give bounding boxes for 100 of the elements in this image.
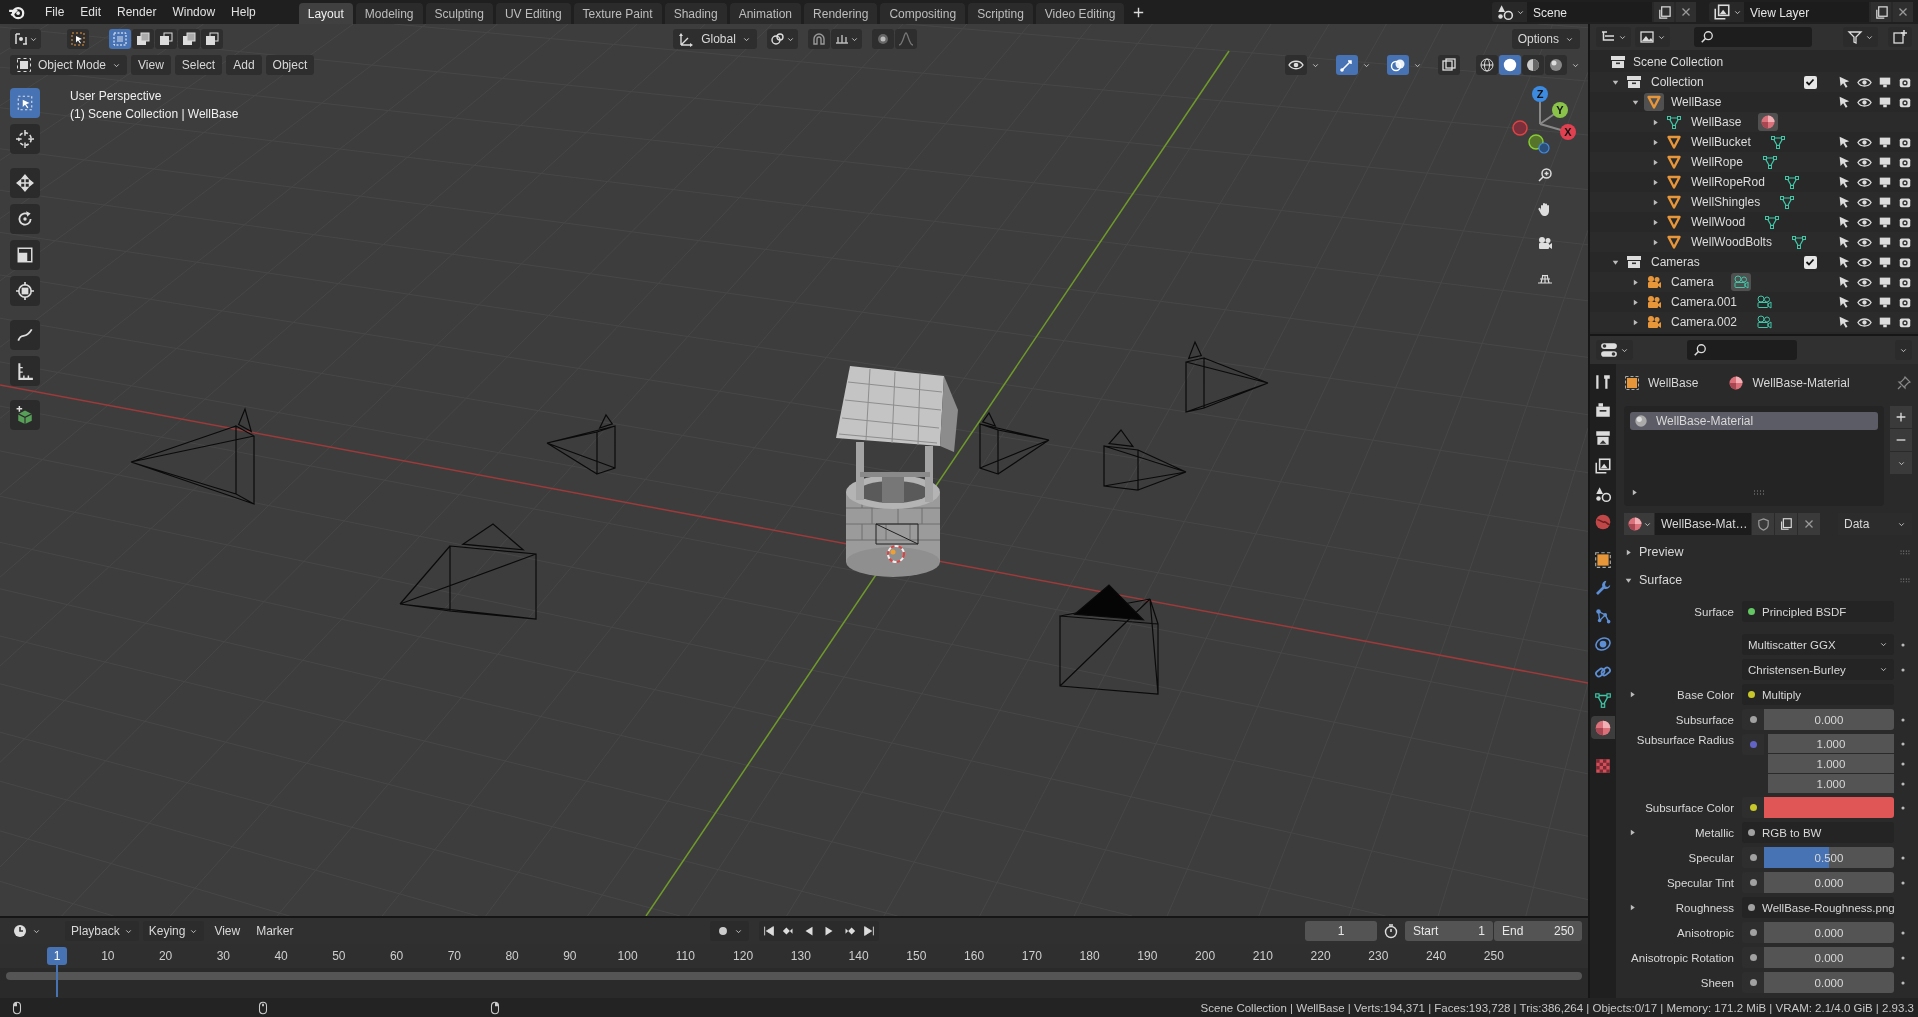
- number-field[interactable]: 1.000: [1768, 754, 1894, 773]
- end-frame-field[interactable]: End 250: [1494, 921, 1582, 941]
- property-label: Roughness: [1675, 901, 1734, 914]
- outliner-item[interactable]: Camera.001: [1667, 295, 1742, 309]
- frame-number: 110: [674, 949, 696, 963]
- frame-number: 10: [100, 949, 116, 963]
- workspace-tab[interactable]: Video Editing: [1035, 3, 1125, 24]
- property-label: Metallic: [1695, 826, 1734, 839]
- workspace-tab[interactable]: Animation: [729, 3, 802, 24]
- scene-field[interactable]: Scene: [1527, 2, 1652, 22]
- outliner-item[interactable]: Cameras: [1647, 255, 1704, 269]
- menu-item[interactable]: Render: [110, 2, 164, 22]
- frame-number: 160: [963, 949, 986, 963]
- mode-dropdown[interactable]: Object Mode: [10, 55, 128, 75]
- slider[interactable]: 0.000: [1764, 872, 1894, 893]
- panel-header[interactable]: Preview: [1639, 545, 1684, 559]
- current-frame-field[interactable]: 1: [1305, 921, 1377, 941]
- breadcrumb-item[interactable]: WellBase-Material: [1752, 376, 1850, 390]
- options-dropdown[interactable]: Options: [1511, 29, 1580, 49]
- outliner-item[interactable]: WellWood: [1687, 215, 1750, 229]
- outliner-item[interactable]: WellBucket: [1687, 135, 1755, 149]
- node-link-field[interactable]: RGB to BW: [1742, 822, 1894, 843]
- slider[interactable]: 0.000: [1764, 947, 1894, 968]
- frame-number: 60: [388, 949, 405, 963]
- outliner-item[interactable]: Scene Collection: [1629, 55, 1728, 69]
- breadcrumb-item[interactable]: WellBase: [1648, 376, 1699, 390]
- material-name-field[interactable]: WellBase-Mat…: [1655, 513, 1751, 535]
- workspace-tab[interactable]: Layout: [298, 3, 353, 24]
- workspace-tab[interactable]: Scripting: [968, 3, 1033, 24]
- outliner-item[interactable]: WellBase: [1667, 95, 1726, 109]
- property-label: Specular Tint: [1666, 876, 1734, 889]
- node-link-field[interactable]: Principled BSDF: [1742, 601, 1894, 622]
- property-label: Anisotropic Rotation: [1631, 951, 1734, 964]
- viewport-info-text: User Perspective: [70, 88, 162, 105]
- orientation-dropdown[interactable]: Global: [673, 29, 757, 49]
- property-label: Anisotropic: [1677, 926, 1734, 939]
- status-info: Scene Collection | WellBase | Verts:194,371 | Faces:193,728 | Tris:386,264 | Objects:0/17 | Memory: 171.2 MiB | VRAM: 2.1/4.0 GiB | 2.93.3: [1200, 1001, 1914, 1014]
- frame-number: 180: [1078, 949, 1101, 963]
- number-field[interactable]: 1.000: [1768, 734, 1894, 753]
- frame-number: 190: [1136, 949, 1159, 963]
- playhead[interactable]: 1: [47, 947, 67, 965]
- frame-number: 90: [562, 949, 578, 963]
- frame-number: 200: [1194, 949, 1217, 963]
- property-label: Surface: [1694, 605, 1734, 618]
- start-frame-field[interactable]: Start 1: [1405, 921, 1493, 941]
- frame-number: 100: [616, 949, 639, 963]
- dropdown[interactable]: Multiscatter GGX: [1742, 634, 1894, 655]
- workspace-tab[interactable]: Shading: [664, 3, 727, 24]
- menu-item[interactable]: Edit: [73, 2, 109, 22]
- menu-item[interactable]: Window: [165, 2, 223, 22]
- frame-number: 240: [1425, 949, 1448, 963]
- menu-item[interactable]: View: [208, 921, 247, 941]
- navigation-gizmo[interactable]: X Y Z: [1510, 84, 1576, 154]
- frame-number: 70: [446, 949, 463, 963]
- outliner-item[interactable]: WellRope: [1687, 155, 1747, 169]
- property-label: Specular: [1688, 851, 1734, 864]
- panel-header[interactable]: Surface: [1639, 573, 1683, 587]
- outliner-item[interactable]: WellWoodBolts: [1687, 235, 1776, 249]
- menu-item[interactable]: Marker: [250, 921, 300, 941]
- viewport-info-text: (1) Scene Collection | WellBase: [70, 106, 239, 123]
- view-layer-field[interactable]: View Layer: [1744, 2, 1869, 22]
- menu-item[interactable]: Playback: [65, 921, 139, 941]
- menu-item[interactable]: Select: [174, 55, 223, 75]
- frame-number: 250: [1482, 949, 1505, 963]
- outliner-item[interactable]: Camera.002: [1667, 315, 1742, 329]
- workspace-tab[interactable]: Rendering: [804, 3, 878, 24]
- slider[interactable]: 0.000: [1764, 709, 1894, 730]
- slider[interactable]: 0.000: [1764, 922, 1894, 943]
- frame-number: 220: [1309, 949, 1332, 963]
- menu-item[interactable]: Help: [224, 2, 263, 22]
- menu-item[interactable]: View: [131, 55, 171, 75]
- property-label: Subsurface: [1675, 713, 1734, 726]
- material-slot[interactable]: WellBase-Material: [1630, 412, 1878, 430]
- dropdown[interactable]: Christensen-Burley: [1742, 659, 1894, 680]
- menu-item[interactable]: File: [38, 2, 72, 22]
- outliner-item[interactable]: WellShingles: [1687, 195, 1765, 209]
- workspace-tab[interactable]: Modeling: [355, 3, 423, 24]
- frame-number: 20: [157, 949, 174, 963]
- frame-number: 120: [732, 949, 755, 963]
- frame-number: 40: [273, 949, 289, 963]
- slider[interactable]: 0.500: [1764, 847, 1894, 868]
- slider[interactable]: 0.000: [1764, 972, 1894, 993]
- frame-number: 230: [1367, 949, 1390, 963]
- workspace-tab[interactable]: Sculpting: [425, 3, 493, 24]
- node-link-field[interactable]: Multiply: [1742, 684, 1894, 705]
- menu-item[interactable]: Add: [226, 55, 262, 75]
- outliner-item[interactable]: WellBase: [1687, 115, 1746, 129]
- menu-item[interactable]: Object: [265, 55, 315, 75]
- frame-number: 140: [847, 949, 870, 963]
- menu-item[interactable]: Keying: [142, 921, 205, 941]
- number-field[interactable]: 1.000: [1768, 774, 1894, 793]
- outliner-item[interactable]: Collection: [1647, 75, 1708, 89]
- node-link-field[interactable]: WellBase-Roughness.png: [1742, 897, 1894, 918]
- workspace-tab[interactable]: Texture Paint: [573, 3, 662, 24]
- outliner-item[interactable]: Camera: [1667, 275, 1718, 289]
- workspace-tab[interactable]: Compositing: [880, 3, 966, 24]
- workspace-tab[interactable]: UV Editing: [495, 3, 571, 24]
- property-label: Base Color: [1677, 688, 1734, 701]
- property-label: Subsurface Radius: [1636, 734, 1734, 746]
- outliner-item[interactable]: WellRopeRod: [1687, 175, 1769, 189]
